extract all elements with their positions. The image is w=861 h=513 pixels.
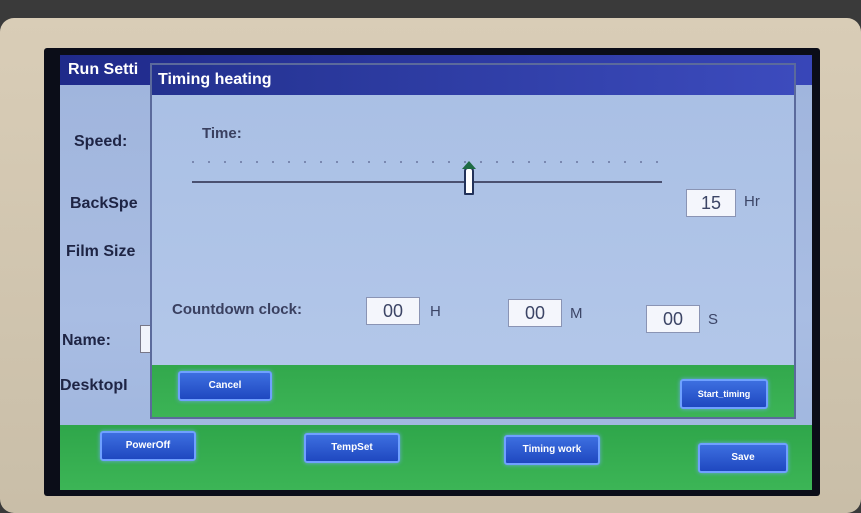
countdown-label: Countdown clock:: [172, 301, 302, 318]
poweroff-button[interactable]: PowerOff: [100, 431, 196, 461]
minutes-box[interactable]: 00: [508, 299, 562, 327]
cancel-button[interactable]: Cancel: [178, 371, 272, 401]
slider-tick-marks: [192, 161, 662, 163]
bottom-button-bar: PowerOff TempSet Timing work Save: [60, 425, 812, 490]
backspeed-label: BackSpe: [70, 195, 138, 212]
timing-work-button[interactable]: Timing work: [504, 435, 600, 465]
dialog-button-bar: Cancel Start_timing: [152, 365, 794, 417]
time-value-box[interactable]: 15: [686, 189, 736, 217]
time-slider-track[interactable]: [192, 181, 662, 183]
film-size-label: Film Size: [66, 243, 136, 260]
tempset-button[interactable]: TempSet: [304, 433, 400, 463]
time-label: Time:: [202, 125, 242, 142]
desktop-label: DesktopI: [60, 377, 128, 394]
time-slider-thumb[interactable]: [462, 161, 477, 195]
seconds-box[interactable]: 00: [646, 305, 700, 333]
speed-label: Speed:: [74, 133, 128, 150]
lcd-display: Run Setti Speed: BackSpe Film Size Name:…: [60, 55, 812, 490]
dialog-title: Timing heating: [152, 65, 794, 95]
start-timing-button[interactable]: Start_timing: [680, 379, 768, 409]
timing-heating-dialog: Timing heating Time: 15 Hr Countdown clo…: [150, 63, 796, 419]
seconds-unit: S: [708, 311, 719, 328]
save-button[interactable]: Save: [698, 443, 788, 473]
hours-box[interactable]: 00: [366, 297, 420, 325]
hours-unit: H: [430, 303, 441, 320]
time-unit: Hr: [744, 193, 760, 210]
minutes-unit: M: [570, 305, 583, 322]
name-label: Name:: [62, 332, 111, 349]
